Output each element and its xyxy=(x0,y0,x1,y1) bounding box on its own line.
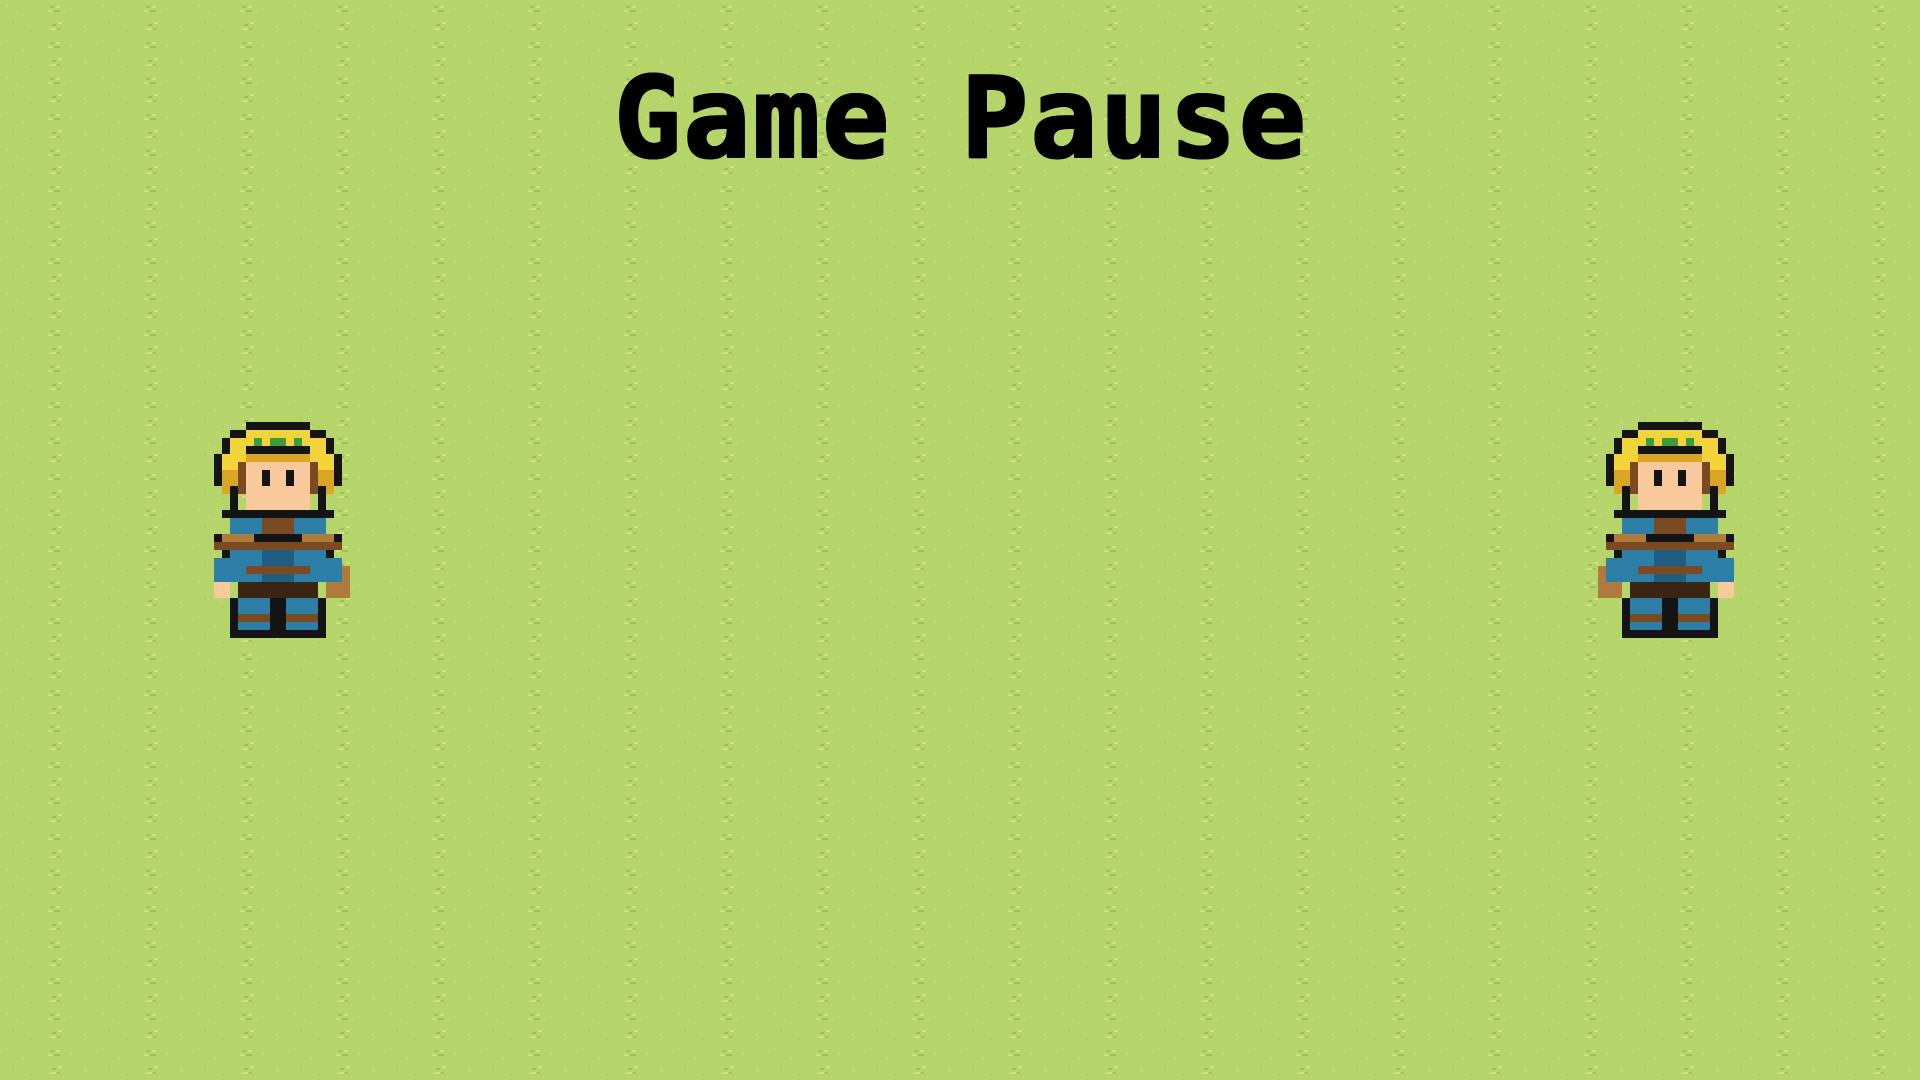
game-screen: Game Pause xyxy=(0,0,1920,1080)
hero-sprite-left xyxy=(198,422,358,662)
hero-sprite-art xyxy=(214,422,350,638)
hero-sprite-art xyxy=(1598,422,1734,638)
pause-title: Game Pause xyxy=(612,53,1308,183)
hero-sprite-right xyxy=(1590,422,1750,662)
